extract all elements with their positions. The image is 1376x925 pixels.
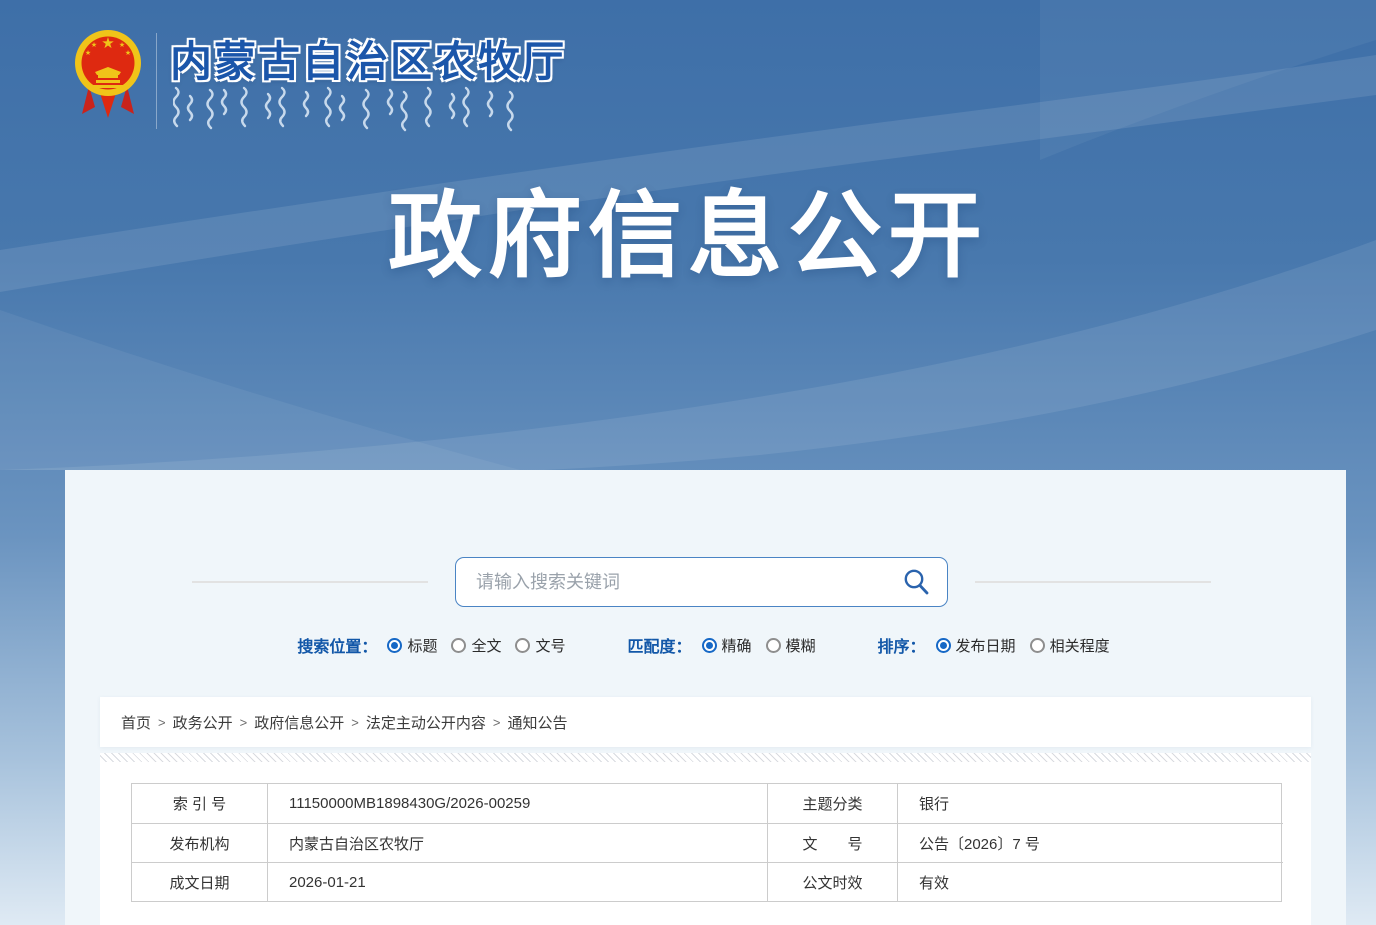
radio-icon[interactable] bbox=[766, 638, 781, 653]
mongolian-script bbox=[173, 86, 533, 132]
page-header: ★ ★ ★ ★ ★ 内蒙古自治区农牧厅 政府信息公开 bbox=[0, 0, 1376, 470]
svg-text:★: ★ bbox=[85, 49, 91, 57]
breadcrumb: 首页 > 政务公开 > 政府信息公开 > 法定主动公开内容 > 通知公告 bbox=[121, 712, 567, 733]
search-scope-group: 搜索位置： 标题 全文 文号 bbox=[297, 633, 569, 657]
breadcrumb-gov-info[interactable]: 政府信息公开 bbox=[254, 712, 344, 733]
search-left-divider bbox=[192, 581, 428, 583]
radio-icon[interactable] bbox=[1030, 638, 1045, 653]
document-info-table: 索 引 号 11150000MB1898430G/2026-00259 主题分类… bbox=[131, 783, 1282, 902]
logo-divider bbox=[156, 33, 157, 129]
radio-option-fulltext[interactable]: 全文 bbox=[451, 635, 501, 656]
match-degree-label: 匹配度： bbox=[627, 633, 691, 657]
doc-validity-value: 有效 bbox=[897, 862, 1283, 901]
search-input[interactable] bbox=[474, 571, 899, 594]
doc-publisher-value: 内蒙古自治区农牧厅 bbox=[267, 823, 767, 862]
search-button[interactable] bbox=[899, 565, 933, 599]
hatched-divider bbox=[100, 753, 1311, 762]
radio-option-docnumber[interactable]: 文号 bbox=[515, 635, 565, 656]
radio-icon[interactable] bbox=[702, 638, 717, 653]
doc-index-value: 11150000MB1898430G/2026-00259 bbox=[267, 784, 767, 823]
radio-option-relevance[interactable]: 相关程度 bbox=[1030, 635, 1110, 656]
search-icon bbox=[901, 567, 931, 597]
breadcrumb-home[interactable]: 首页 bbox=[121, 712, 151, 733]
breadcrumb-statutory-disclosure[interactable]: 法定主动公开内容 bbox=[366, 712, 486, 733]
svg-text:★: ★ bbox=[101, 35, 114, 52]
svg-text:★: ★ bbox=[91, 41, 97, 49]
page-title: 政府信息公开 bbox=[0, 160, 1376, 296]
search-row bbox=[192, 555, 1211, 609]
breadcrumb-separator: > bbox=[351, 715, 359, 730]
doc-topic-label: 主题分类 bbox=[767, 784, 897, 823]
radio-icon[interactable] bbox=[515, 638, 530, 653]
search-box[interactable] bbox=[455, 557, 948, 607]
breadcrumb-zhengwu[interactable]: 政务公开 bbox=[173, 712, 233, 733]
breadcrumb-current-notices: 通知公告 bbox=[507, 712, 567, 733]
sort-label: 排序： bbox=[878, 633, 926, 657]
radio-icon[interactable] bbox=[387, 638, 402, 653]
search-scope-label: 搜索位置： bbox=[297, 633, 377, 657]
breadcrumb-separator: > bbox=[493, 715, 501, 730]
svg-text:★: ★ bbox=[119, 41, 125, 49]
doc-number-value: 公告〔2026〕7 号 bbox=[897, 823, 1283, 862]
radio-icon[interactable] bbox=[936, 638, 951, 653]
doc-number-label: 文 号 bbox=[767, 823, 897, 862]
match-degree-group: 匹配度： 精确 模糊 bbox=[627, 633, 819, 657]
radio-option-title[interactable]: 标题 bbox=[387, 635, 437, 656]
doc-validity-label: 公文时效 bbox=[767, 862, 897, 901]
radio-icon[interactable] bbox=[451, 638, 466, 653]
radio-option-fuzzy[interactable]: 模糊 bbox=[766, 635, 816, 656]
svg-text:★: ★ bbox=[125, 49, 131, 57]
doc-date-label: 成文日期 bbox=[132, 862, 267, 901]
doc-index-label: 索 引 号 bbox=[132, 784, 267, 823]
agency-name: 内蒙古自治区农牧厅 bbox=[170, 28, 566, 89]
doc-publisher-label: 发布机构 bbox=[132, 823, 267, 862]
breadcrumb-panel: 首页 > 政务公开 > 政府信息公开 > 法定主动公开内容 > 通知公告 bbox=[100, 697, 1311, 747]
national-emblem-icon: ★ ★ ★ ★ ★ bbox=[73, 26, 143, 122]
sort-group: 排序： 发布日期 相关程度 bbox=[878, 633, 1114, 657]
radio-option-publish-date[interactable]: 发布日期 bbox=[936, 635, 1016, 656]
search-right-divider bbox=[975, 581, 1211, 583]
search-options: 搜索位置： 标题 全文 文号 匹配度： 精确 模糊 排序： 发布日期 bbox=[65, 632, 1346, 658]
radio-option-exact[interactable]: 精确 bbox=[702, 635, 752, 656]
doc-topic-value: 银行 bbox=[897, 784, 1283, 823]
breadcrumb-separator: > bbox=[158, 715, 166, 730]
doc-date-value: 2026-01-21 bbox=[267, 862, 767, 901]
breadcrumb-separator: > bbox=[240, 715, 248, 730]
